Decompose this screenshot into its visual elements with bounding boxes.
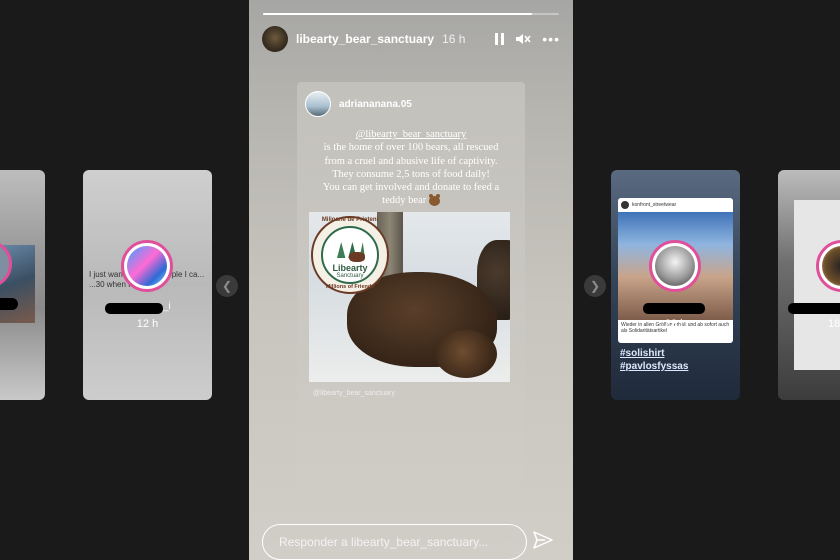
chevron-left-icon[interactable]: ❮ [216,275,238,297]
mention-link[interactable]: @libearty_bear_sanctuary [307,128,515,141]
hashtag[interactable]: #pavlosfyssas [620,361,688,372]
story-time: 12 h [136,318,159,330]
logo-bottom-text: Millions of Friends [325,284,375,290]
story-header: libearty_bear_sanctuary 16 h ••• [262,26,560,52]
pause-icon[interactable] [495,33,505,45]
story-card-far-left[interactable] [0,170,45,400]
story-viewer[interactable]: libearty_bear_sanctuary 16 h ••• adriana… [249,0,573,560]
logo-bear [349,252,365,262]
post-line: They consume 2,5 tons of food daily! [332,168,490,180]
redacted-username [788,303,840,314]
avatar [305,91,331,117]
shared-post[interactable]: adriananana.05 @libearty_bear_sanctuary … [297,82,525,486]
story-time: 23 h [664,318,687,330]
story-time: 18 [828,318,840,330]
reply-input[interactable] [263,525,526,559]
avatar [822,246,840,286]
story-card-far-right[interactable]: 18 [778,170,840,400]
hashtag[interactable]: #solishirt [620,348,664,359]
post-source-handle: @libearty_bear_sanctuary [313,390,395,397]
logo-title: Libearty [332,263,368,273]
username-suffix: _i [163,301,171,312]
story-username[interactable]: libearty_bear_sanctuary [296,32,434,46]
shared-post-text: @libearty_bear_sanctuary is the home of … [307,128,515,208]
bear-emoji-icon [428,194,440,207]
avatar [127,246,167,286]
story-card-right[interactable]: konfront_streetwear Wieder in allen Größ… [611,170,740,400]
bear-head [435,330,497,378]
redacted-username [105,303,163,314]
post-line: from a cruel and abusive life of captivi… [324,155,498,167]
shared-post-username[interactable]: adriananana.05 [339,99,412,110]
post-line: is the home of over 100 bears, all rescu… [323,142,499,154]
post-line: You can get involved and donate to feed … [322,182,500,194]
redacted-username [643,303,705,314]
logo-top-text: Milioane de Prieteni [321,217,379,223]
shared-post-header: adriananana.05 [305,91,412,117]
story-avatar-ring [649,240,701,292]
avatar[interactable] [262,26,288,52]
redacted-username [0,298,18,310]
logo-inner: Libearty Sanctuary [321,226,379,284]
story-time: 16 h [442,32,466,46]
story-progress-fill [263,13,533,15]
story-avatar-ring [121,240,173,292]
logo-subtitle: Sanctuary [336,273,364,279]
story-card-left[interactable]: I just wan... ...o the people I ca... ..… [83,170,212,400]
volume-muted-icon[interactable] [515,32,531,46]
story-controls: ••• [495,31,560,47]
post-line: teddy bear [382,195,427,207]
more-options-icon[interactable]: ••• [542,31,560,47]
reply-bar [262,524,527,560]
avatar [655,246,695,286]
send-icon[interactable] [531,528,555,552]
story-progress-bar [263,13,559,15]
post-username: konfront_streetwear [618,198,733,212]
chevron-right-icon[interactable]: ❯ [584,275,606,297]
post-line-last: teddy bear [307,194,515,207]
bear-photo: Milioane de Prieteni Libearty Sanctuary … [309,212,510,382]
sanctuary-logo: Milioane de Prieteni Libearty Sanctuary … [311,216,389,294]
